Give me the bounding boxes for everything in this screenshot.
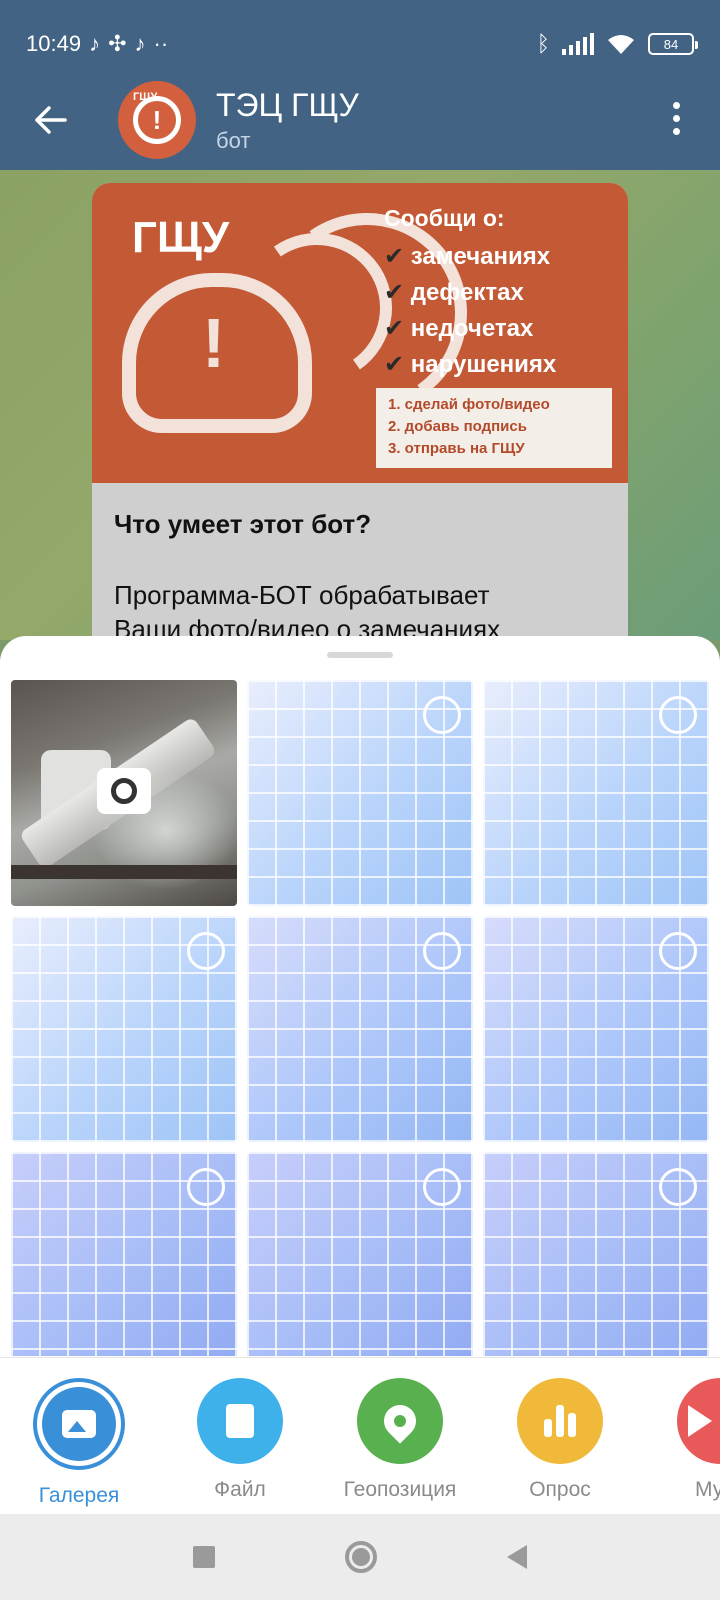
more-vertical-icon[interactable] [673,102,680,135]
wifi-icon [608,35,634,54]
poster-list-item: недочетах [384,311,556,347]
attach-label: Муз [695,1478,720,1501]
avatar[interactable]: ГЩУ ! [118,81,196,159]
poster-brand: ГЩУ [132,213,230,262]
status-time: 10:49 [26,31,82,56]
gallery-tile[interactable] [247,680,473,906]
beam-shape [11,865,237,879]
poster-list-item: замечаниях [384,239,556,275]
circle-select-icon[interactable] [423,1168,461,1206]
circle-select-icon[interactable] [187,1168,225,1206]
chat-title: ТЭЦ ГЩУ [216,86,359,123]
back-button[interactable] [0,105,100,135]
status-right: ᛒ 84 [536,31,698,56]
battery-indicator: 84 [648,33,698,55]
status-more: ·· [153,31,169,56]
gallery-tile[interactable] [11,916,237,1142]
attach-gallery-button[interactable]: Галерея [14,1378,144,1508]
arrow-left-icon [35,106,67,134]
chat-titles[interactable]: ТЭЦ ГЩУ бот [216,87,359,154]
music-icon [677,1378,720,1464]
bot-intro-message: ГЩУ ! Сообщи о: замечаниях дефектах недо… [92,183,628,656]
gallery-tile[interactable] [483,916,709,1142]
attach-label: Опрос [529,1478,591,1501]
circle-select-icon[interactable] [423,696,461,734]
message-text: Что умеет этот бот? Программа-БОТ обраба… [92,483,628,656]
poster-steps: 1. сделай фото/видео 2. добавь подпись 3… [376,388,612,468]
status-bar: 10:49 ♪ ✣ ♪ ·· ᛒ 84 [26,26,698,62]
attach-label: Геопозиция [343,1478,457,1501]
poster-list-item: нарушениях [384,347,557,383]
app-bar: 10:49 ♪ ✣ ♪ ·· ᛒ 84 ГЩУ ! ТЭЦ ГЩУ бот [0,0,720,170]
tiktok-icon: ♪ [89,31,101,56]
status-left: 10:49 ♪ ✣ ♪ ·· [26,31,168,57]
home-button[interactable] [345,1541,377,1573]
poll-icon [517,1378,603,1464]
poster-heading: Сообщи о: [384,205,505,231]
tiktok-icon: ♪ [134,31,146,56]
bluetooth-icon: ᛒ [536,31,550,56]
poster-list: замечаниях дефектах недочетах нарушениях [384,239,557,383]
avatar-label: ГЩУ [133,91,158,103]
circle-select-icon[interactable] [187,932,225,970]
attach-label: Файл [214,1478,266,1501]
image-icon [42,1387,116,1461]
gallery-tile[interactable] [247,916,473,1142]
gallery-tile[interactable] [11,1152,237,1356]
exclamation-icon: ! [202,304,226,382]
attach-location-button[interactable]: Геопозиция [335,1378,465,1502]
poster-step: 1. сделай фото/видео [388,396,550,413]
system-back-button[interactable] [507,1545,527,1569]
recents-button[interactable] [193,1546,215,1568]
attach-poll-button[interactable]: Опрос [495,1378,625,1502]
file-icon [197,1378,283,1464]
sheet-drag-handle[interactable] [327,652,393,658]
system-nav-bar [0,1514,720,1600]
gallery-tile[interactable] [483,680,709,906]
active-ring [33,1378,125,1470]
circle-select-icon[interactable] [659,932,697,970]
pinwheel-icon: ✣ [108,31,127,56]
camera-preview-tile[interactable] [11,680,237,906]
signal-icon [562,33,594,55]
attach-label: Галерея [38,1484,120,1507]
attach-menu-bar: Галерея Файл Геопозиция Опрос Муз [0,1358,720,1514]
gallery-tile[interactable] [483,1152,709,1356]
attach-file-button[interactable]: Файл [175,1378,305,1502]
gallery-grid [11,680,709,1356]
poster-list-item: дефектах [384,275,556,311]
poster-step: 2. добавь подпись [388,418,527,435]
chat-header: ГЩУ ! ТЭЦ ГЩУ бот [0,80,720,160]
message-body-line: Программа-БОТ обрабатывает [114,580,490,610]
camera-icon [97,768,151,814]
circle-select-icon[interactable] [659,1168,697,1206]
message-heading: Что умеет этот бот? [114,509,372,539]
bot-poster-image[interactable]: ГЩУ ! Сообщи о: замечаниях дефектах недо… [92,183,628,483]
gallery-tile[interactable] [247,1152,473,1356]
circle-select-icon[interactable] [659,696,697,734]
attach-music-button[interactable]: Муз [655,1378,720,1502]
chat-subtitle: бот [216,127,251,153]
circle-select-icon[interactable] [423,932,461,970]
location-pin-icon [357,1378,443,1464]
bell-icon: ! [133,96,181,144]
poster-step: 3. отправь на ГЩУ [388,440,525,457]
